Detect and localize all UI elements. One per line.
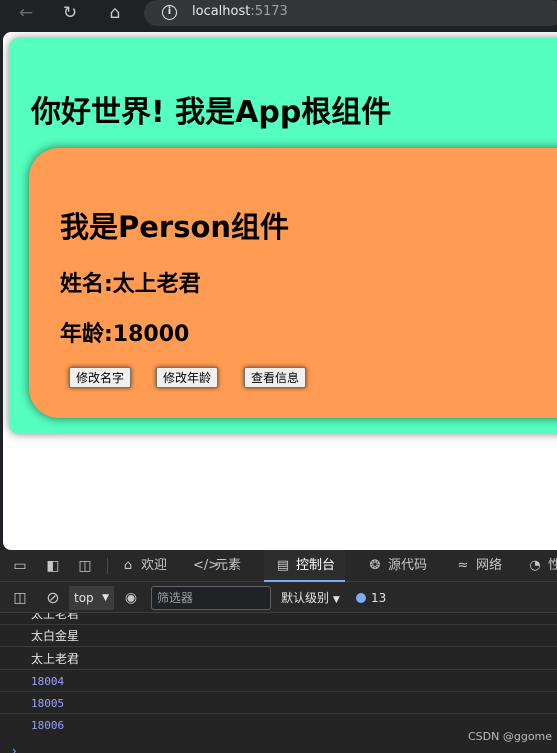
tab-network[interactable]: ≈ 网络 — [454, 550, 502, 581]
code-icon: </> — [193, 558, 220, 573]
filter-input[interactable]: 筛选器 — [151, 586, 271, 610]
eye-icon[interactable]: ◉ — [122, 589, 140, 607]
log-entry: 太上老君 — [0, 613, 557, 625]
reload-icon[interactable]: ↻ — [58, 2, 82, 26]
app-title: 你好世界! 我是App根组件 — [31, 95, 392, 130]
home-icon: ⌂ — [123, 558, 133, 573]
dock-side-icon[interactable]: ◫ — [76, 557, 94, 575]
sidebar-toggle-icon[interactable]: ◫ — [11, 589, 29, 607]
tab-welcome-label: 欢迎 — [141, 558, 168, 573]
context-select[interactable]: top ▼ — [69, 586, 114, 610]
log-entry: 太白金星 — [0, 625, 557, 647]
tab-console[interactable]: ▤ 控制台 — [264, 550, 346, 582]
tab-network-label: 网络 — [476, 558, 503, 573]
wifi-icon: ≈ — [457, 558, 469, 573]
tab-performance-label: 性 — [548, 558, 557, 573]
person-component: 我是Person组件 姓名:太上老君 年龄:18000 修改名字 修改年龄 查看… — [29, 148, 557, 418]
gauge-icon: ◔ — [529, 558, 541, 573]
device-screencast-icon[interactable]: ▭ — [11, 557, 29, 575]
url-port: :5173 — [250, 4, 288, 19]
chevron-down-icon: ▼ — [102, 593, 109, 603]
console-icon: ▤ — [276, 558, 290, 573]
app-component: 你好世界! 我是App根组件 我是Person组件 姓名:太上老君 年龄:180… — [9, 38, 557, 434]
log-levels-dropdown[interactable]: 默认级别 ▼ — [281, 586, 340, 610]
log-number: 18004 — [31, 675, 65, 688]
devtools-panel: ▭ ◧ ◫ ⌂ 欢迎 </>元素 ▤ 控制台 ❂ 源代码 ≈ 网络 ◔ 性 ◫ ⊘ top… — [0, 550, 557, 753]
chevron-down-icon: ▼ — [332, 595, 340, 605]
device-toggle-icon[interactable]: ◧ — [44, 557, 62, 575]
info-icon[interactable]: i — [162, 5, 177, 20]
url-host: localhost — [192, 4, 251, 19]
change-age-button[interactable]: 修改年龄 — [156, 367, 219, 388]
url-text: localhost:5173 — [192, 4, 288, 19]
person-name: 姓名:太上老君 — [60, 272, 201, 297]
devtools-tabbar: ▭ ◧ ◫ ⌂ 欢迎 </>元素 ▤ 控制台 ❂ 源代码 ≈ 网络 ◔ 性 — [0, 550, 557, 582]
log-entry-number: 18005 — [0, 692, 557, 714]
browser-toolbar: ← ↻ ⌂ i localhost:5173 — [0, 0, 557, 28]
watermark: CSDN @ggome — [468, 730, 553, 743]
issues-icon — [356, 593, 366, 603]
tab-console-label: 控制台 — [296, 558, 336, 573]
address-bar[interactable]: i localhost:5173 — [144, 0, 557, 26]
tab-sources[interactable]: ❂ 源代码 — [366, 550, 427, 581]
page-viewport: 你好世界! 我是App根组件 我是Person组件 姓名:太上老君 年龄:180… — [3, 32, 557, 550]
clear-console-icon[interactable]: ⊘ — [44, 589, 62, 607]
toolbar-divider — [107, 558, 108, 574]
console-prompt-icon[interactable]: › — [12, 744, 17, 753]
back-arrow-icon[interactable]: ← — [14, 2, 38, 26]
console-toolbar: ◫ ⊘ top ▼ ◉ 筛选器 默认级别 ▼ 13 — [0, 583, 557, 613]
log-entry: 太上老君 — [0, 648, 557, 670]
view-info-button[interactable]: 查看信息 — [244, 367, 307, 388]
log-number: 18006 — [31, 719, 65, 732]
person-age: 年龄:18000 — [60, 322, 190, 347]
issues-counter[interactable]: 13 — [356, 586, 386, 610]
log-entry-number: 18004 — [0, 670, 557, 692]
home-icon[interactable]: ⌂ — [103, 2, 127, 26]
change-name-button[interactable]: 修改名字 — [69, 367, 132, 388]
console-log: 太上老君 太白金星 太上老君 18004 18005 18006 › CSDN … — [0, 613, 557, 753]
tab-sources-label: 源代码 — [388, 558, 428, 573]
bug-icon: ❂ — [369, 558, 381, 573]
person-title: 我是Person组件 — [60, 210, 290, 244]
log-levels-label: 默认级别 — [281, 591, 330, 605]
log-number: 18005 — [31, 697, 65, 710]
issues-count: 13 — [371, 591, 387, 605]
tab-elements-label: 元素 — [215, 558, 242, 573]
tab-performance[interactable]: ◔ 性 — [526, 550, 557, 581]
tab-welcome[interactable]: ⌂ 欢迎 — [119, 550, 167, 581]
context-select-value: top — [74, 591, 94, 605]
tab-elements[interactable]: </>元素 — [193, 550, 241, 581]
